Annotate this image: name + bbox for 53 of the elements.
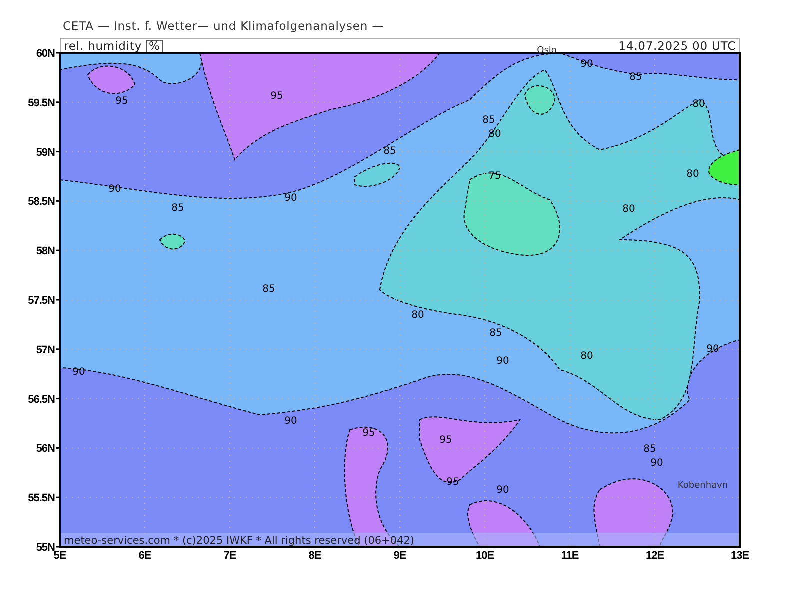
contour-label: 80 [686,169,700,180]
contour-label: 80 [412,310,424,321]
longitude-label: 11E [561,550,579,562]
contour-label: 95 [440,435,452,446]
contour-label: 85 [262,284,276,295]
contour-label: 85 [384,146,396,157]
latitude-label: 60N [36,48,55,60]
latitude-label: 58.5N [28,196,55,208]
latitude-label: 59.5N [28,97,55,110]
contour-label: 95 [116,96,128,107]
unit-label: % [146,40,164,52]
contour-label: 85 [490,328,502,339]
contour-label: 85 [630,72,642,83]
longitude-label: 13E [730,550,750,562]
contour-label: 90 [650,458,664,469]
institute-heading: CETA — Inst. f. Wetter— und Klimafolgenanalysen — [63,19,384,33]
longitude-label: 12E [646,550,664,562]
contour-label: 90 [284,193,298,204]
latitude-label: 57.5N [28,295,55,307]
contour-label: 85 [482,115,496,126]
contour-label: 95 [446,477,460,488]
longitude-label: 9E [394,550,406,562]
contour-label: 80 [692,99,706,110]
parameter-label: rel. humidity [64,39,142,53]
city-label: Kobenhavn [678,481,728,491]
longitude-label: 8E [308,550,322,562]
contour-label: 90 [580,59,594,70]
latitude-label: 56.5N [28,394,55,406]
contour-label: 85 [172,203,184,214]
contour-label: 95 [362,428,376,439]
contour-label: 85 [644,444,656,455]
latitude-label: 55.5N [28,492,55,505]
contour-label: 80 [580,351,594,362]
latitude-label: 59N [36,146,55,159]
contour-label: 90 [108,184,122,195]
contour-label: 80 [622,204,636,215]
contour-label: 75 [488,171,502,182]
contour-label: 90 [496,485,510,496]
latitude-label: 55N [36,542,55,554]
longitude-label: 10E [476,550,494,562]
contour-label: 95 [270,91,284,102]
longitude-label: 5E [54,550,66,562]
contour-label: 90 [284,416,298,427]
latitude-label: 56N [36,443,55,456]
valid-time: 14.07.2025 00 UTC [618,39,736,53]
contour-label: 80 [488,129,502,140]
longitude-label: 7E [224,550,236,562]
contour-label: 90 [496,356,510,367]
contour-label: 90 [706,344,720,355]
latitude-label: 57N [36,344,55,356]
copyright-text: meteo-services.com * (c)2025 IWKF * All rights reserved (06+042) [64,535,414,547]
latitude-label: 58N [36,246,55,258]
longitude-label: 6E [138,550,152,562]
